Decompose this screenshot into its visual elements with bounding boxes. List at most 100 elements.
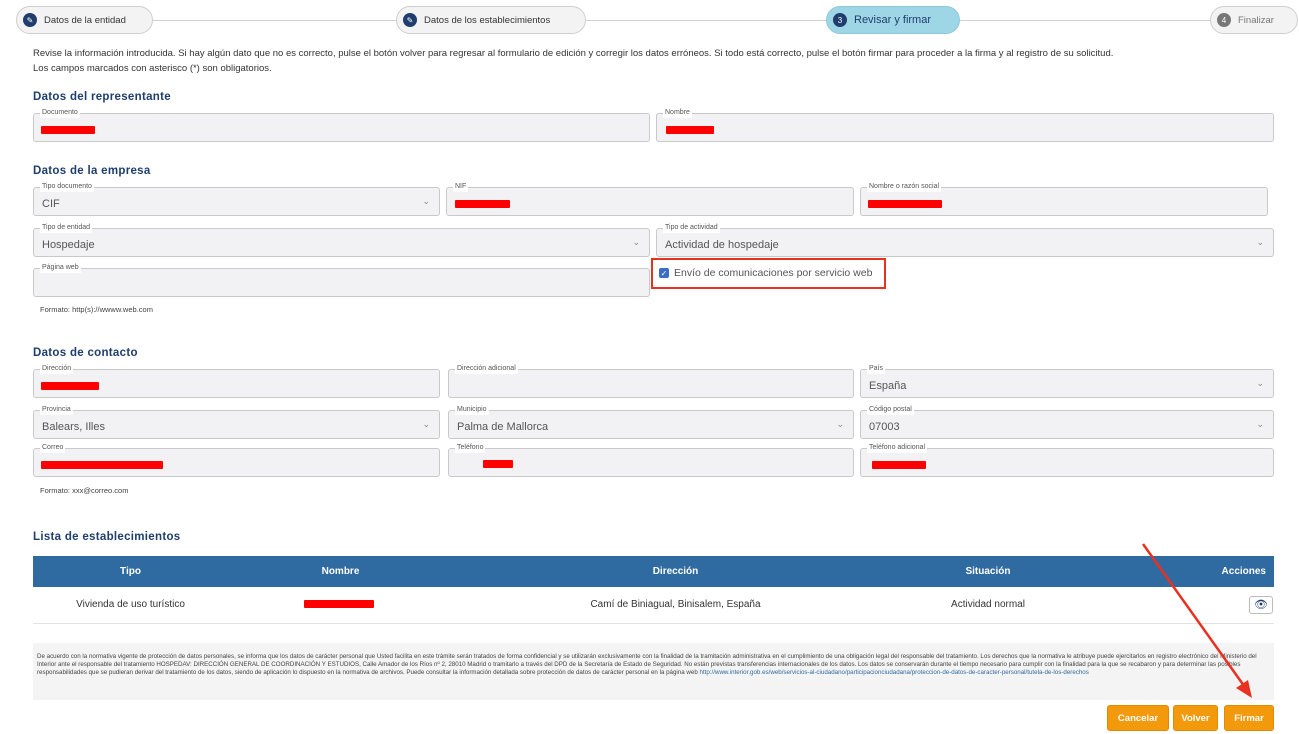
col-acciones: Acciones — [1078, 556, 1274, 587]
intro-line-1: Revise la información introducida. Si ha… — [33, 48, 1114, 59]
step-datos-entidad[interactable]: ✎ Datos de la entidad — [16, 6, 153, 34]
redacted-value — [41, 461, 163, 469]
chevron-down-icon: ⌄ — [836, 419, 844, 429]
step-label: Datos de los establecimientos — [424, 14, 551, 26]
tipo-entidad-select[interactable]: Tipo de entidad Hospedaje ⌄ — [33, 223, 650, 257]
field-value: Balears, Illes — [42, 421, 105, 433]
section-title-empresa: Datos de la empresa — [33, 165, 151, 177]
checkbox-checked-icon[interactable]: ✓ — [659, 268, 669, 278]
section-title-contacto: Datos de contacto — [33, 347, 138, 359]
redacted-value — [41, 382, 99, 390]
step-revisar-firmar[interactable]: 3 Revisar y firmar — [826, 6, 960, 34]
tipo-actividad-select[interactable]: Tipo de actividad Actividad de hospedaje… — [656, 223, 1274, 257]
field-label: Tipo de actividad — [663, 223, 720, 233]
field-label: Municipio — [455, 405, 489, 415]
field-label: NIF — [453, 182, 469, 192]
field-value: 07003 — [869, 421, 900, 433]
stepper: ✎ Datos de la entidad ✎ Datos de los est… — [10, 4, 1299, 36]
chevron-down-icon: ⌄ — [1256, 419, 1264, 429]
field-label: Nombre o razón social — [867, 182, 942, 192]
provincia-select[interactable]: Provincia Balears, Illes ⌄ — [33, 405, 440, 439]
col-tipo: Tipo — [33, 556, 228, 587]
intro-line-2: Los campos marcados con asterisco (*) so… — [33, 63, 272, 74]
nif-field[interactable]: NIF — [446, 182, 854, 216]
documento-field[interactable]: Documento — [33, 108, 650, 142]
cell-tipo: Vivienda de uso turístico — [33, 587, 228, 624]
cell-acciones: 👁 — [1078, 587, 1274, 624]
legal-notice: De acuerdo con la normativa vigente de p… — [33, 643, 1274, 700]
field-label: Nombre — [663, 108, 692, 118]
tipo-documento-select[interactable]: Tipo documento CIF ⌄ — [33, 182, 440, 216]
chevron-down-icon: ⌄ — [632, 237, 640, 247]
direccion-field[interactable]: Dirección — [33, 364, 440, 398]
step-label: Finalizar — [1238, 14, 1274, 26]
redacted-value — [868, 200, 942, 208]
codigo-postal-select[interactable]: Código postal 07003 ⌄ — [860, 405, 1274, 439]
redacted-value — [304, 600, 374, 608]
field-value: España — [869, 380, 907, 392]
chevron-down-icon: ⌄ — [422, 196, 430, 206]
chevron-down-icon: ⌄ — [1256, 378, 1264, 388]
step-number: 4 — [1217, 13, 1231, 27]
nombre-field[interactable]: Nombre — [656, 108, 1274, 142]
step-label: Datos de la entidad — [44, 14, 126, 26]
telefono-adicional-field[interactable]: Teléfono adicional — [860, 443, 1274, 477]
field-label: Teléfono — [455, 443, 486, 453]
edit-icon: ✎ — [23, 13, 37, 27]
correo-field[interactable]: Correo — [33, 443, 440, 477]
field-value: CIF — [42, 198, 60, 210]
field-label: Documento — [40, 108, 80, 118]
back-button[interactable]: Volver — [1173, 705, 1218, 731]
field-label: Dirección — [40, 364, 74, 374]
pagina-web-field[interactable]: Página web — [33, 263, 650, 297]
step-label: Revisar y firmar — [854, 14, 932, 26]
redacted-value — [666, 126, 714, 134]
cell-situacion: Actividad normal — [898, 587, 1078, 624]
field-value: Hospedaje — [42, 239, 95, 251]
correo-format-hint: Formato: xxx@correo.com — [40, 486, 129, 495]
section-title-representante: Datos del representante — [33, 91, 171, 103]
field-label: Tipo de entidad — [40, 223, 92, 233]
web-format-hint: Formato: http(s)://wwww.web.com — [40, 305, 153, 314]
pais-select[interactable]: País España ⌄ — [860, 364, 1274, 398]
direccion-adicional-field[interactable]: Dirección adicional — [448, 364, 854, 398]
cell-direccion: Camí de Biniagual, Binisalem, España — [453, 587, 898, 624]
field-label: Página web — [40, 263, 81, 273]
cancel-button[interactable]: Cancelar — [1107, 705, 1169, 731]
step-datos-establecimientos[interactable]: ✎ Datos de los establecimientos — [396, 6, 586, 34]
razon-social-field[interactable]: Nombre o razón social — [860, 182, 1268, 216]
field-label: Código postal — [867, 405, 914, 415]
table-row: Vivienda de uso turístico Camí de Biniag… — [33, 587, 1274, 624]
view-button[interactable]: 👁 — [1249, 595, 1273, 614]
field-label: Correo — [40, 443, 66, 453]
redacted-value — [41, 126, 95, 134]
field-label: Dirección adicional — [455, 364, 518, 374]
field-label: Provincia — [40, 405, 73, 415]
col-situacion: Situación — [898, 556, 1078, 587]
step-number: 3 — [833, 13, 847, 27]
sign-button[interactable]: Firmar — [1224, 705, 1274, 731]
redacted-value — [455, 200, 510, 208]
chevron-down-icon: ⌄ — [422, 419, 430, 429]
telefono-field[interactable]: Teléfono — [448, 443, 854, 477]
col-direccion: Dirección — [453, 556, 898, 587]
col-nombre: Nombre — [228, 556, 453, 587]
field-value: Actividad de hospedaje — [665, 239, 779, 251]
municipio-select[interactable]: Municipio Palma de Mallorca ⌄ — [448, 405, 854, 439]
annotation-arrow — [1141, 543, 1252, 698]
intro-text: Revise la información introducida. Si ha… — [33, 46, 1283, 76]
step-finalizar[interactable]: 4 Finalizar — [1210, 6, 1298, 34]
legal-link[interactable]: http://www.interior.gob.es/web/servicios… — [700, 669, 1089, 676]
field-label: Teléfono adicional — [867, 443, 928, 453]
stepper-line — [130, 20, 1220, 21]
redacted-value — [872, 461, 926, 469]
comunicaciones-checkbox[interactable]: ✓ Envío de comunicaciones por servicio w… — [659, 267, 872, 279]
eye-icon: 👁 — [1254, 598, 1268, 611]
cell-nombre — [228, 587, 453, 624]
redacted-value — [483, 460, 513, 468]
highlight-box: ✓ Envío de comunicaciones por servicio w… — [651, 258, 886, 289]
section-title-establecimientos: Lista de establecimientos — [33, 531, 181, 543]
chevron-down-icon: ⌄ — [1256, 237, 1264, 247]
checkbox-label: Envío de comunicaciones por servicio web — [674, 267, 873, 279]
edit-icon: ✎ — [403, 13, 417, 27]
